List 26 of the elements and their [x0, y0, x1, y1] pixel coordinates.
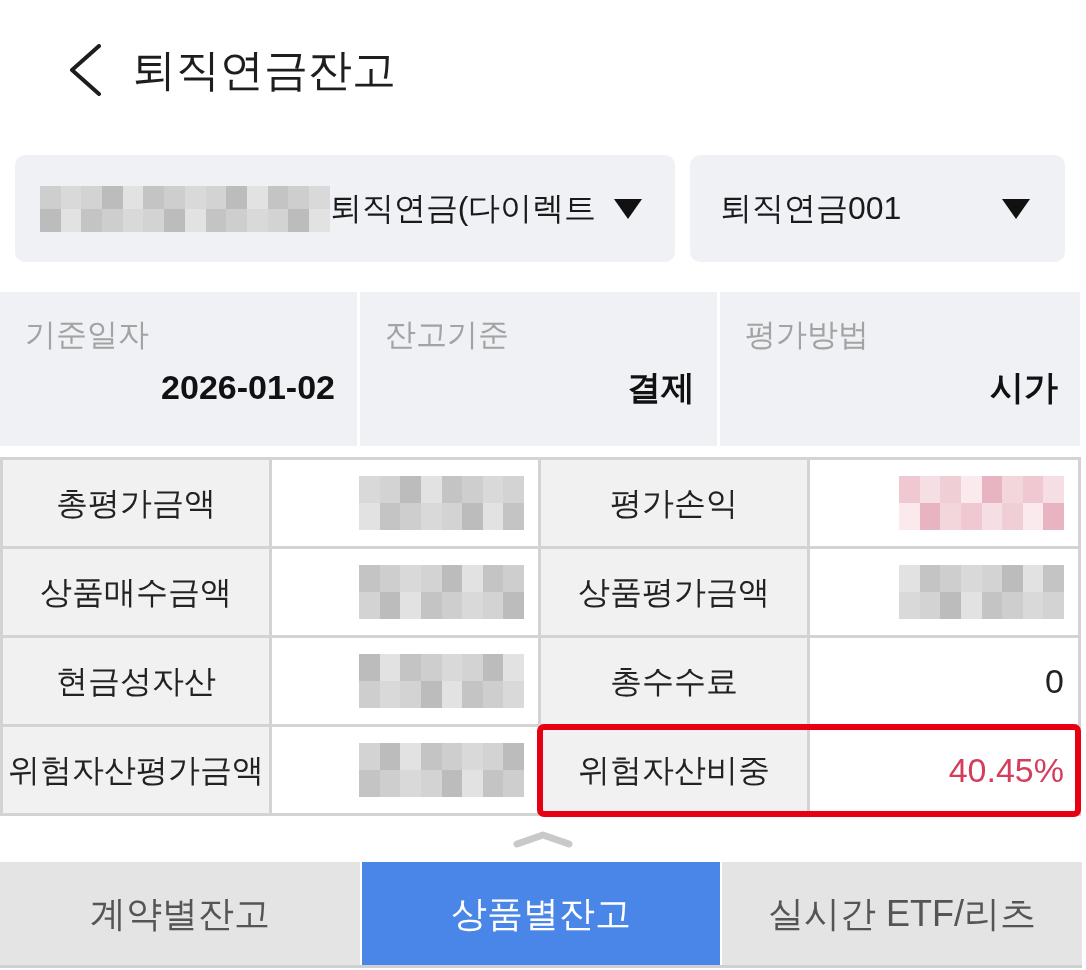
row-header-cell: 상품매수금액 [3, 549, 269, 635]
field-value: 2026-01-02 [160, 367, 335, 408]
tab[interactable]: 실시간 ETF/리츠 [722, 862, 1082, 965]
caret-down-icon [614, 198, 642, 219]
row-header-cell: 총평가금액 [3, 460, 269, 546]
caret-down-icon [1002, 198, 1030, 219]
value-cell: 0 [810, 638, 1078, 724]
row-header-cell: 현금성자산 [3, 638, 269, 724]
field-value: 시가 [989, 367, 1058, 408]
row-header-cell: 상품평가금액 [541, 549, 807, 635]
field-label: 기준일자 [25, 316, 150, 354]
row-header-cell: 위험자산평가금액 [3, 727, 269, 813]
chevron-up-icon [512, 830, 574, 848]
field-value: 결제 [626, 367, 695, 408]
row-header-cell: 위험자산비중 [541, 727, 807, 813]
row-header-cell: 총수수료 [541, 638, 807, 724]
page-title: 퇴직연금잔고 [132, 45, 396, 95]
row-header-cell: 평가손익 [541, 460, 807, 546]
field-label: 잔고기준 [385, 316, 510, 354]
tab[interactable]: 계약별잔고 [0, 862, 360, 965]
tab[interactable]: 상품별잔고 [362, 862, 720, 965]
account-dropdown[interactable]: 퇴직연금001 [690, 155, 1065, 262]
value-cell: 40.45% [810, 727, 1078, 813]
field-label: 평가방법 [745, 316, 870, 354]
account-dropdown[interactable]: 퇴직연금(다이렉트 [15, 155, 675, 262]
chevron-left-icon [68, 44, 102, 96]
